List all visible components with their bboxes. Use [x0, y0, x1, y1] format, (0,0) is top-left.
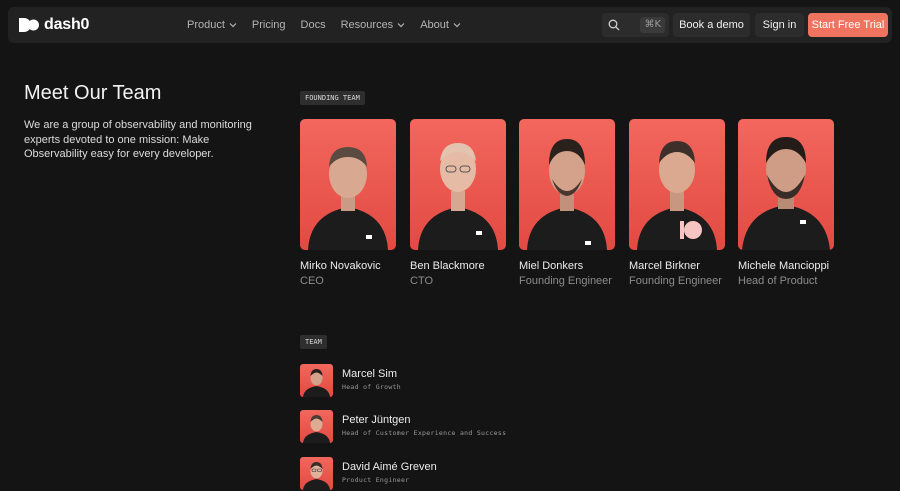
founder-role: CEO [300, 275, 324, 287]
nav-about[interactable]: About [420, 19, 461, 31]
member-name: David Aimé Greven [342, 461, 437, 473]
logo[interactable]: dash0 [19, 16, 89, 34]
founding-team-tag: FOUNDING TEAM [300, 91, 365, 105]
nav-product[interactable]: Product [187, 19, 237, 31]
page-title: Meet Our Team [24, 82, 162, 104]
founder-card[interactable]: Marcel Birkner Founding Engineer [629, 119, 725, 287]
sign-in-button[interactable]: Sign in [755, 13, 804, 37]
nav-resources-label: Resources [340, 19, 394, 31]
intro-text: We are a group of observability and moni… [24, 119, 252, 160]
founder-photo [300, 119, 396, 250]
founder-name: Miel Donkers [519, 260, 584, 272]
main-menu: Product Pricing Docs Resources About [187, 7, 461, 43]
founder-name: Michele Mancioppi [738, 260, 830, 272]
start-free-trial-button[interactable]: Start Free Trial [808, 13, 888, 37]
founder-card[interactable]: Michele Mancioppi Head of Product [738, 119, 834, 287]
founder-role: Founding Engineer [519, 275, 612, 287]
nav-docs[interactable]: Docs [301, 19, 326, 31]
founder-photo [519, 119, 615, 250]
member-name: Marcel Sim [342, 368, 398, 380]
team-tag: TEAM [300, 335, 327, 349]
founder-photo [410, 119, 506, 250]
founder-card[interactable]: Miel Donkers Founding Engineer [519, 119, 615, 287]
logo-text: dash0 [44, 16, 90, 33]
book-demo-button[interactable]: Book a demo [673, 13, 750, 37]
nav-about-label: About [420, 19, 449, 31]
dash0-logo-icon [19, 18, 39, 32]
founder-role: CTO [410, 275, 434, 287]
member-name: Peter Jüntgen [342, 414, 411, 426]
member-role: Head of Growth [342, 383, 401, 391]
founder-photo [629, 119, 725, 250]
nav-resources[interactable]: Resources [341, 19, 406, 31]
founder-photo [738, 119, 834, 250]
member-role: Product Engineer [342, 476, 410, 484]
founder-name: Mirko Novakovic [300, 260, 381, 272]
nav-product-label: Product [187, 19, 225, 31]
chevron-down-icon [229, 23, 237, 28]
nav-docs-label: Docs [300, 19, 326, 31]
founder-role: Head of Product [738, 275, 818, 287]
founder-name: Marcel Birkner [629, 260, 700, 272]
founder-role: Founding Engineer [629, 275, 722, 287]
nav-pricing[interactable]: Pricing [252, 19, 286, 31]
member-photo [300, 410, 333, 443]
member-role: Head of Customer Experience and Success [342, 429, 507, 437]
chevron-down-icon [453, 23, 461, 28]
member-photo [300, 364, 333, 397]
top-navbar: dash0 Product Pricing Docs Resources Abo… [8, 7, 892, 43]
nav-pricing-label: Pricing [251, 19, 286, 31]
search-button[interactable]: ⌘K [602, 13, 669, 37]
chevron-down-icon [397, 23, 405, 28]
founder-card[interactable]: Mirko Novakovic CEO [300, 119, 396, 287]
founder-card[interactable]: Ben Blackmore CTO [410, 119, 506, 287]
member-photo [300, 457, 333, 490]
search-shortcut: ⌘K [640, 17, 665, 33]
founder-name: Ben Blackmore [410, 260, 485, 272]
search-icon [608, 19, 620, 31]
